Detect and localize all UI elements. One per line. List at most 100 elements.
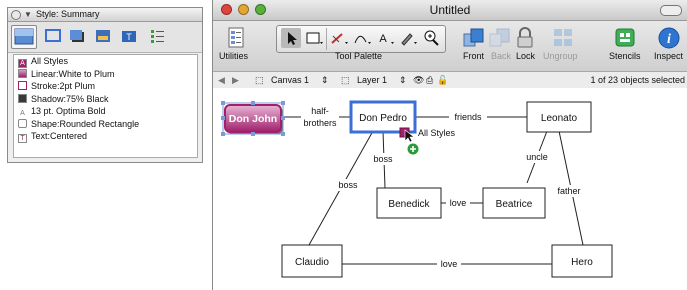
next-canvas-icon[interactable]: ▶	[232, 72, 239, 88]
front-button[interactable]	[462, 26, 486, 48]
edge-label-father: father	[557, 186, 580, 196]
panel-title: Style: Summary	[36, 9, 100, 19]
arrow-pointer-icon	[288, 32, 297, 45]
node-claudio[interactable]: Claudio	[281, 244, 343, 278]
style-item-label: Shadow:75% Black	[31, 93, 109, 104]
style-item-all-styles[interactable]: A All Styles	[14, 55, 197, 68]
back-button[interactable]	[488, 26, 512, 48]
style-item-label: 13 pt. Optima Bold	[31, 106, 106, 116]
layer-icon: ⬚	[341, 75, 350, 85]
bring-to-front-icon	[463, 28, 484, 47]
zoom-tool-button[interactable]	[421, 28, 441, 48]
relationship-diagram: half- brothers friends boss boss uncle f…	[221, 100, 613, 278]
selection-status: 1 of 23 objects selected	[590, 75, 685, 85]
layer-popup-arrows-icon[interactable]: ⇕	[399, 72, 407, 88]
stencils-button[interactable]	[613, 26, 637, 48]
selection-tool-button[interactable]	[281, 28, 301, 48]
tab-style-fill[interactable]	[11, 25, 37, 49]
node-hero[interactable]: Hero	[551, 244, 613, 278]
tab-shadow[interactable]	[68, 28, 86, 44]
text-tab-icon: T	[122, 31, 136, 42]
style-item-font[interactable]: A 13 pt. Optima Bold	[14, 105, 197, 118]
previous-canvas-icon[interactable]: ◀	[218, 72, 225, 88]
tab-stroke[interactable]	[44, 28, 62, 44]
line-tool-button[interactable]	[329, 28, 349, 48]
layer-visibility-icon[interactable]: 👁	[413, 72, 424, 88]
lock-button[interactable]	[513, 26, 537, 48]
tool-palette-label: Tool Palette	[335, 51, 383, 61]
style-brush-tool-button[interactable]	[398, 28, 418, 48]
stencils-icon	[615, 28, 635, 47]
text-align-icon: T	[18, 134, 27, 143]
curve-tool-icon	[354, 35, 371, 44]
stroke-swatch-icon	[18, 81, 27, 90]
tab-image[interactable]	[94, 28, 112, 44]
inspect-label: Inspect	[654, 51, 684, 61]
style-inspector-panel: ▼ Style: Summary T A All Styles Linear:W…	[7, 7, 203, 163]
text-tool-icon: A	[379, 33, 394, 45]
node-beatrice[interactable]: Beatrice	[482, 187, 546, 219]
inspect-button[interactable]: i	[657, 26, 681, 49]
curve-tool-button[interactable]	[352, 28, 372, 48]
lock-icon	[517, 27, 533, 48]
shadow-swatch-icon	[18, 93, 27, 103]
style-item-fill[interactable]: Linear:White to Plum	[14, 68, 197, 81]
document-window: Untitled Utilities A Tool Palette Front …	[212, 0, 687, 290]
utilities-button[interactable]	[224, 26, 248, 48]
panel-titlebar[interactable]: ▼ Style: Summary	[8, 8, 202, 22]
stencils-label: Stencils	[609, 51, 641, 61]
style-item-text[interactable]: T Text:Centered	[14, 130, 197, 143]
toolbar-toggle-button[interactable]	[660, 5, 682, 16]
edge-label-love-1: love	[450, 198, 467, 208]
node-label: Benedick	[388, 199, 430, 210]
canvas-layer-bar: ◀ ▶ ⬚ Canvas 1 ⇕ ⬚ Layer 1 ⇕ 👁 ⎙ 🔓 1 of …	[213, 72, 687, 89]
canvas-popup-arrows-icon[interactable]: ⇕	[321, 72, 329, 88]
style-item-shape[interactable]: Shape:Rounded Rectangle	[14, 118, 197, 131]
style-item-label: Stroke:2pt Plum	[31, 81, 96, 91]
node-benedick[interactable]: Benedick	[376, 187, 442, 219]
back-label: Back	[491, 51, 512, 61]
diagram-canvas[interactable]: half- brothers friends boss boss uncle f…	[213, 88, 687, 290]
info-icon: i	[658, 27, 680, 49]
layer-print-icon[interactable]: ⎙	[426, 72, 433, 88]
image-icon	[96, 30, 110, 42]
disclosure-triangle-icon[interactable]: ▼	[24, 8, 32, 21]
edge-label-boss-claudio: boss	[338, 180, 358, 190]
style-brush-icon	[401, 33, 417, 46]
window-title: Untitled	[429, 3, 471, 17]
ungroup-label: Ungroup	[543, 51, 578, 61]
ungroup-button[interactable]	[551, 26, 575, 48]
shape-swatch-icon	[18, 118, 27, 128]
node-label: Leonato	[541, 113, 578, 124]
layer-selector[interactable]: Layer 1	[357, 72, 387, 88]
toolbar: Utilities A Tool Palette Front Back Lock…	[213, 21, 687, 72]
canvas-selector[interactable]: Canvas 1	[271, 72, 309, 88]
fill-style-icon	[14, 28, 34, 45]
tab-text[interactable]: T	[120, 28, 138, 44]
layer-lock-icon[interactable]: 🔓	[437, 72, 448, 88]
style-item-label: Shape:Rounded Rectangle	[31, 118, 140, 129]
close-icon[interactable]	[11, 10, 21, 20]
style-item-shadow[interactable]: Shadow:75% Black	[14, 93, 197, 106]
svg-text:T: T	[126, 32, 132, 42]
inspector-tabs: T	[8, 22, 202, 53]
shape-tool-button[interactable]	[304, 28, 324, 48]
front-label: Front	[463, 51, 485, 61]
drag-style-cursor: All Styles	[399, 127, 456, 156]
window-titlebar[interactable]: Untitled	[213, 0, 687, 21]
edge-label-brothers: brothers	[303, 118, 337, 128]
gradient-swatch-icon	[18, 68, 27, 78]
lock-label: Lock	[516, 51, 536, 61]
ungroup-icon	[554, 29, 572, 46]
tab-summary[interactable]	[148, 28, 166, 44]
node-don-john[interactable]: Don John	[221, 101, 285, 136]
edge-label-half: half-	[311, 106, 329, 116]
node-label: Hero	[571, 257, 593, 268]
canvas-icon: ⬚	[255, 75, 264, 85]
edge-label-love-2: love	[441, 259, 458, 269]
style-item-label: All Styles	[31, 56, 69, 66]
node-label: Don Pedro	[359, 113, 407, 124]
style-item-stroke[interactable]: Stroke:2pt Plum	[14, 80, 197, 93]
text-tool-button[interactable]: A	[375, 28, 395, 48]
node-leonato[interactable]: Leonato	[526, 101, 592, 133]
